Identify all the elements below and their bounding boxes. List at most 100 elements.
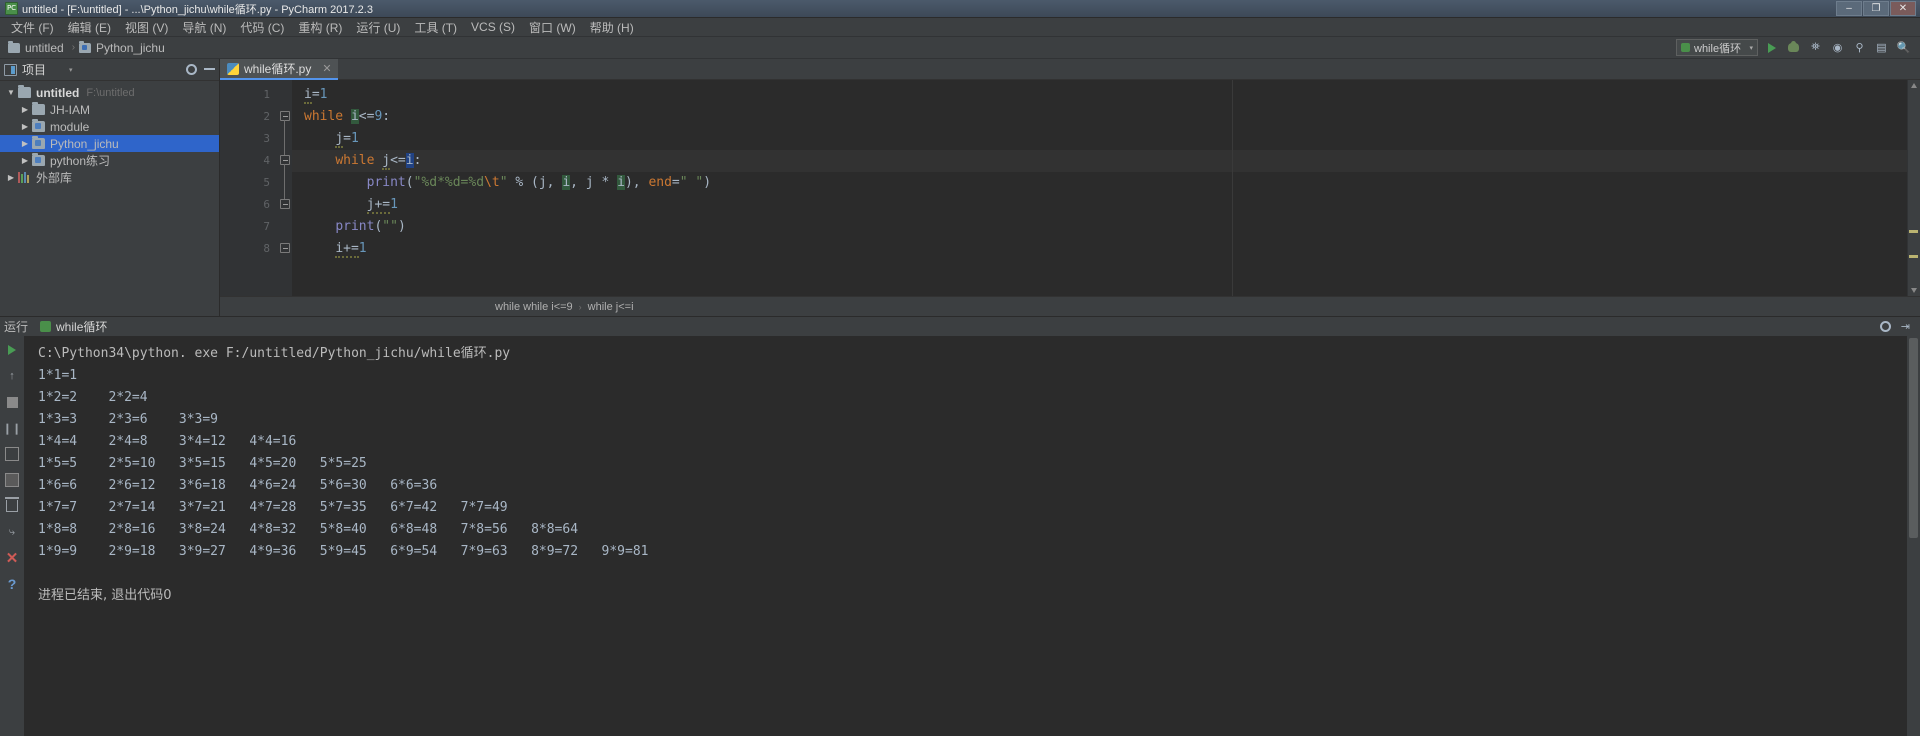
run-configuration-selector[interactable]: while循环 ▾ xyxy=(1676,39,1758,56)
editor-tab-while-xunhuan[interactable]: while循环.py ✕ xyxy=(220,59,338,80)
scroll-down-icon[interactable] xyxy=(1911,288,1917,293)
menu-vcs[interactable]: VCS (S) xyxy=(464,18,522,36)
code-line-2[interactable]: while i<=9: xyxy=(292,106,1907,128)
tree-item-module[interactable]: ▶ module xyxy=(0,118,219,135)
menu-tools[interactable]: 工具 (T) xyxy=(407,17,464,38)
console-output[interactable]: C:\Python34\python. exe F:/untitled/Pyth… xyxy=(24,336,1907,736)
print-button[interactable] xyxy=(4,446,20,462)
code-editor[interactable]: 1 2 3 4 5 6 7 8 i=1 while i<=9: j=1 whil… xyxy=(220,80,1920,296)
gear-icon[interactable] xyxy=(186,64,197,75)
editor-area: while循环.py ✕ 1 2 3 4 5 6 7 8 i=1 while i… xyxy=(220,59,1920,316)
menu-file[interactable]: 文件 (F) xyxy=(4,17,61,38)
tree-item-external-libraries[interactable]: ▶ 外部库 xyxy=(0,169,219,186)
console-vertical-scrollbar[interactable] xyxy=(1907,336,1920,736)
menu-help[interactable]: 帮助 (H) xyxy=(583,17,641,38)
tree-item-jh-iam[interactable]: ▶ JH-IAM xyxy=(0,101,219,118)
breadcrumb-inner-loop[interactable]: while j<=i xyxy=(588,301,634,313)
menu-window[interactable]: 窗口 (W) xyxy=(522,17,583,38)
expand-twisty-icon[interactable]: ▶ xyxy=(18,105,32,114)
menu-view[interactable]: 视图 (V) xyxy=(118,17,175,38)
attach-button[interactable]: ⚲ xyxy=(1851,39,1868,56)
rerun-button[interactable] xyxy=(4,342,20,358)
stop-button[interactable] xyxy=(4,394,20,410)
gear-icon[interactable] xyxy=(1879,321,1891,332)
search-button[interactable]: 🔍 xyxy=(1895,39,1912,56)
line-number: 6 xyxy=(263,198,270,211)
code-line-6[interactable]: j+=1 xyxy=(292,194,1907,216)
project-panel-icon xyxy=(4,63,17,76)
expand-twisty-icon[interactable]: ▶ xyxy=(18,139,32,148)
expand-twisty-icon[interactable]: ▶ xyxy=(18,122,32,131)
pycharm-icon: PC xyxy=(5,2,18,15)
play-icon xyxy=(1767,42,1776,53)
fold-marker-while-outer[interactable] xyxy=(278,106,292,208)
console-line: 1*4=4 2*4=8 3*4=12 4*4=16 xyxy=(38,434,297,449)
expand-twisty-icon[interactable]: ▶ xyxy=(4,173,18,182)
code-line-8[interactable]: i+=1 xyxy=(292,238,1907,260)
code-line-3[interactable]: j=1 xyxy=(292,128,1907,150)
tree-item-untitled[interactable]: ▼ untitled F:\untitled xyxy=(0,84,219,101)
debug-button[interactable] xyxy=(1785,39,1802,56)
coverage-button[interactable]: ⛯ xyxy=(1807,39,1824,56)
breadcrumb-separator: › xyxy=(578,301,582,312)
maximize-button[interactable]: ❐ xyxy=(1863,1,1889,16)
source-folder-icon xyxy=(32,119,45,132)
code-line-1[interactable]: i=1 xyxy=(292,84,1907,106)
tree-item-python-jichu[interactable]: ▶ Python_jichu xyxy=(0,135,219,152)
hide-icon[interactable]: ⇥ xyxy=(1901,320,1910,333)
breadcrumb-folder[interactable]: Python_jichu xyxy=(79,40,165,55)
breadcrumb-folder-label: Python_jichu xyxy=(96,40,165,55)
scroll-up-icon[interactable] xyxy=(1911,83,1917,88)
warning-stripe[interactable] xyxy=(1909,255,1918,258)
menu-navigate[interactable]: 导航 (N) xyxy=(175,17,233,38)
navigation-bar: untitled › Python_jichu while循环 ▾ ⛯ ◉ ⚲ … xyxy=(0,37,1920,59)
fold-end-outer[interactable] xyxy=(278,238,292,260)
minimize-button[interactable]: – xyxy=(1836,1,1862,16)
help-button[interactable]: ? xyxy=(4,576,20,592)
window-controls: – ❐ ✕ xyxy=(1836,1,1918,16)
close-button[interactable]: ✕ xyxy=(4,550,20,567)
expand-twisty-icon[interactable]: ▶ xyxy=(18,156,32,165)
profile-button[interactable]: ◉ xyxy=(1829,39,1846,56)
breadcrumb-project[interactable]: untitled xyxy=(8,40,64,55)
scrollbar-thumb[interactable] xyxy=(1909,338,1918,538)
layout-button[interactable]: ▤ xyxy=(1873,39,1890,56)
line-number-gutter: 1 2 3 4 5 6 7 8 xyxy=(220,80,278,296)
breadcrumb-outer-loop[interactable]: while while i<=9 xyxy=(495,301,573,313)
menu-run[interactable]: 运行 (U) xyxy=(349,17,407,38)
chevron-down-icon[interactable]: ▾ xyxy=(69,66,73,74)
menu-edit[interactable]: 编辑 (E) xyxy=(61,17,118,38)
pycharm-window: PC untitled - [F:\untitled] - ...\Python… xyxy=(0,0,1920,736)
fold-marker-while-inner[interactable] xyxy=(278,150,292,186)
run-button[interactable] xyxy=(1763,39,1780,56)
camera-button[interactable] xyxy=(4,472,20,488)
menu-refactor[interactable]: 重构 (R) xyxy=(291,17,349,38)
code-line-5[interactable]: print("%d*%d=%d\t" % (j, i, j * i), end=… xyxy=(292,172,1907,194)
console-line: 1*7=7 2*7=14 3*7=21 4*7=28 5*7=35 6*7=42… xyxy=(38,500,508,515)
console-line: 1*8=8 2*8=16 3*8=24 4*8=32 5*8=40 6*8=48… xyxy=(38,522,579,537)
menu-code[interactable]: 代码 (C) xyxy=(233,17,291,38)
tree-item-python-lianxi[interactable]: ▶ python练习 xyxy=(0,152,219,169)
clear-all-button[interactable] xyxy=(4,497,20,514)
source-folder-icon xyxy=(32,136,45,149)
code-line-4[interactable]: while j<=i: xyxy=(292,150,1907,172)
run-tab-while-xunhuan[interactable]: while循环 xyxy=(34,318,113,335)
expand-twisty-icon[interactable]: ▼ xyxy=(4,88,18,97)
soft-wrap-button[interactable]: ⤷ xyxy=(4,524,20,540)
close-icon[interactable]: ✕ xyxy=(322,62,331,75)
code-text[interactable]: i=1 while i<=9: j=1 while j<=i: print("%… xyxy=(292,80,1907,296)
tree-item-label: module xyxy=(50,119,90,134)
collapse-icon[interactable] xyxy=(204,64,215,75)
project-panel-tools xyxy=(186,64,215,75)
editor-tab-label: while循环.py xyxy=(244,62,312,76)
close-button[interactable]: ✕ xyxy=(1890,1,1916,16)
console-line: 1*9=9 2*9=18 3*9=27 4*9=36 5*9=45 6*9=54… xyxy=(38,544,649,559)
project-tree: ▼ untitled F:\untitled ▶ JH-IAM ▶ module xyxy=(0,81,219,316)
pause-button[interactable]: ❙❙ xyxy=(3,420,21,436)
warning-stripe[interactable] xyxy=(1909,230,1918,233)
scroll-up-button[interactable]: ↑ xyxy=(4,368,20,384)
code-line-7[interactable]: print("") xyxy=(292,216,1907,238)
fold-end-inner[interactable] xyxy=(278,194,292,216)
editor-vertical-scrollbar[interactable] xyxy=(1907,80,1920,296)
